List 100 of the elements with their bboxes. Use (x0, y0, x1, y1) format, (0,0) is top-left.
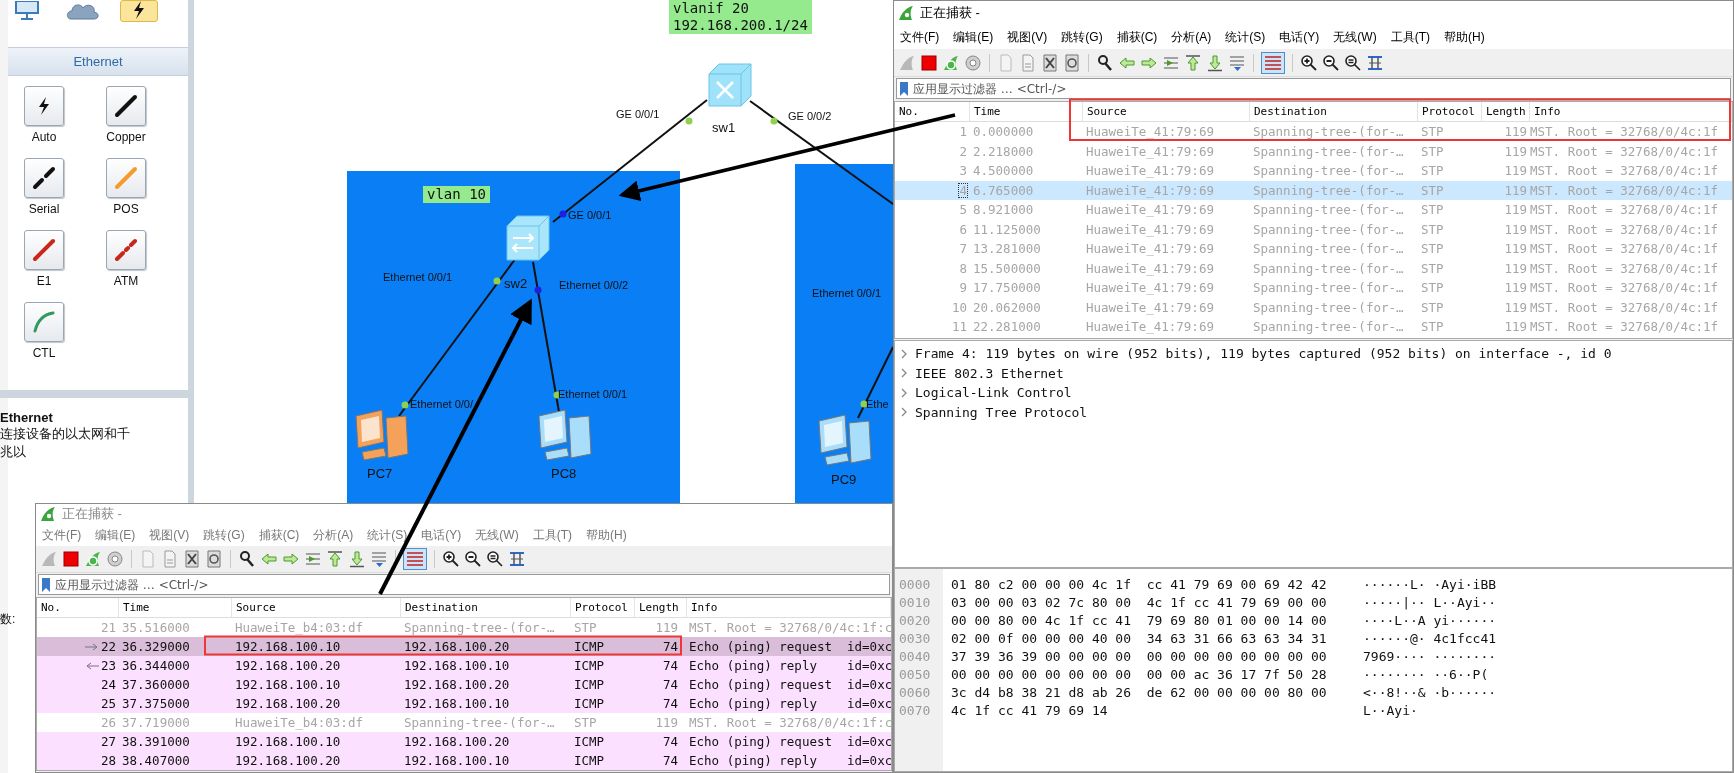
zoom-out-icon[interactable] (1322, 53, 1340, 72)
cable-tool-button[interactable] (106, 86, 146, 126)
reload-icon[interactable] (1063, 53, 1081, 72)
detail-item[interactable]: Logical-Link Control (915, 385, 1072, 401)
table-cell-text: 74 (661, 697, 679, 710)
detail-item[interactable]: Spanning Tree Protocol (915, 404, 1088, 420)
reload-icon[interactable] (205, 550, 223, 568)
menu-item[interactable]: 跳转(G) (203, 526, 245, 544)
chevron-right-icon[interactable] (899, 407, 909, 418)
column-header[interactable]: Protocol (571, 598, 635, 617)
port-label: GE 0/0/2 (788, 110, 832, 122)
column-header[interactable]: No. (895, 102, 970, 121)
search-icon[interactable] (238, 550, 256, 568)
zoom-reset-icon[interactable] (1344, 53, 1362, 72)
up-arrow-icon[interactable] (1184, 53, 1202, 72)
menu-item[interactable]: 工具(T) (1390, 28, 1430, 46)
restart-icon[interactable] (84, 550, 102, 568)
colorize-button[interactable] (1261, 51, 1285, 74)
forward-arrow-icon[interactable] (282, 550, 300, 568)
zoom-in-icon[interactable] (442, 550, 460, 568)
column-header[interactable]: Destination (1250, 102, 1418, 121)
menu-item[interactable]: 工具(T) (532, 526, 572, 544)
menu-item[interactable]: 视图(V) (1007, 28, 1048, 46)
menu-item[interactable]: 编辑(E) (95, 526, 136, 544)
table-cell-text: 2.218000 (972, 144, 1035, 158)
computer-icon[interactable] (815, 413, 873, 469)
zoom-in-icon[interactable] (1300, 53, 1318, 72)
restart-icon[interactable] (942, 53, 960, 72)
column-header[interactable]: No. (37, 598, 119, 617)
column-header[interactable]: Time (119, 598, 232, 617)
device-label: PC8 (551, 466, 577, 481)
menu-item[interactable]: 无线(W) (475, 526, 519, 544)
cable-tool-button[interactable] (24, 86, 64, 126)
cable-tool-button[interactable] (24, 158, 64, 198)
menu-item[interactable]: 帮助(H) (586, 526, 627, 544)
filter-bar[interactable]: 应用显示过滤器 … <Ctrl-/> (896, 78, 1731, 99)
zoom-out-icon[interactable] (464, 550, 482, 568)
down-arrow-icon[interactable] (1206, 53, 1224, 72)
column-header[interactable]: Source (1083, 102, 1250, 121)
resize-columns-icon[interactable] (508, 550, 526, 568)
menu-item[interactable]: 捕获(C) (258, 526, 300, 544)
menu-item[interactable]: 电话(Y) (421, 526, 462, 544)
chevron-right-icon[interactable] (899, 368, 909, 379)
settings-icon[interactable] (964, 53, 982, 72)
switch-icon[interactable] (503, 214, 551, 262)
column-header[interactable]: Destination (401, 598, 571, 617)
category-tab[interactable] (120, 0, 158, 22)
column-header[interactable]: Source (232, 598, 401, 617)
packet-row[interactable]: 25 37.375000 192.168.100.20 192.168.100.10 ICMP 74 Echo (ping) reply id=0xc (37, 694, 891, 713)
column-header[interactable]: Info (687, 598, 891, 617)
menu-item[interactable]: 电话(Y) (1279, 28, 1320, 46)
menu-item[interactable]: 捕获(C) (1116, 28, 1158, 46)
computer-icon[interactable] (535, 408, 593, 464)
autoscroll-icon[interactable] (370, 550, 388, 568)
menu-item[interactable]: 帮助(H) (1444, 28, 1485, 46)
packet-row[interactable]: 24 37.360000 192.168.100.10 192.168.100.20 ICMP 74 Echo (ping) request id=0xc (37, 675, 891, 694)
column-header[interactable]: Length (1482, 102, 1530, 121)
filter-field[interactable]: 应用显示过滤器 … <Ctrl-/> (55, 577, 889, 592)
detail-item[interactable]: Frame 4: 119 bytes on wire (952 bits), 119 bytes captured (952 bits) on interface -, id 0 (915, 346, 1612, 362)
menu-item[interactable]: 分析(A) (1171, 28, 1212, 46)
menu-item[interactable]: 视图(V) (149, 526, 190, 544)
column-header[interactable]: Info (1530, 102, 1732, 121)
menu-item[interactable]: 文件(F) (900, 28, 940, 46)
zoom-reset-icon[interactable] (486, 550, 504, 568)
autoscroll-icon[interactable] (1228, 53, 1246, 72)
chevron-right-icon[interactable] (899, 387, 909, 398)
column-header[interactable]: Protocol (1418, 102, 1482, 121)
resize-columns-icon[interactable] (1366, 53, 1384, 72)
table-cell-text: 119 (1503, 203, 1528, 217)
packet-row[interactable]: 23 36.344000 192.168.100.20 192.168.100.10 ICMP 74 Echo (ping) reply id=0xc (37, 656, 891, 675)
filter-bar[interactable]: 应用显示过滤器 … <Ctrl-/> (38, 574, 890, 595)
table-cell-text: MST. Root = 32768/0/4c:1f (1530, 164, 1720, 178)
packet-row[interactable]: 28 38.407000 192.168.100.20 192.168.100.10 ICMP 74 Echo (ping) reply id=0xc (37, 751, 891, 770)
line-icon (31, 237, 57, 263)
column-header[interactable]: Length (635, 598, 687, 617)
menu-item[interactable]: 无线(W) (1333, 28, 1377, 46)
packet-row[interactable]: 27 38.391000 192.168.100.10 192.168.100.20 ICMP 74 Echo (ping) request id=0xc (37, 732, 891, 751)
menu-item[interactable]: 跳转(G) (1061, 28, 1103, 46)
detail-item[interactable]: IEEE 802.3 Ethernet (915, 365, 1064, 381)
computer-icon[interactable] (352, 408, 410, 464)
column-header[interactable]: Time (970, 102, 1083, 121)
chevron-right-icon[interactable] (899, 348, 909, 359)
switch-icon[interactable] (705, 62, 753, 108)
menu-item[interactable]: 统计(S) (1225, 28, 1266, 46)
settings-icon[interactable] (106, 550, 124, 568)
close-file-icon[interactable] (1041, 53, 1059, 72)
filter-field[interactable]: 应用显示过滤器 … <Ctrl-/> (913, 81, 1730, 96)
up-arrow-icon[interactable] (326, 550, 344, 568)
down-arrow-icon[interactable] (348, 550, 366, 568)
stop-icon[interactable] (920, 53, 938, 72)
table-cell-text: HuaweiTe_b4:03:df (234, 716, 364, 729)
go-to-icon[interactable] (304, 550, 322, 568)
close-file-icon[interactable] (183, 550, 201, 568)
colorize-button[interactable] (403, 548, 427, 570)
menu-item[interactable]: 文件(F) (42, 526, 82, 544)
menu-item[interactable]: 分析(A) (313, 526, 354, 544)
menu-item[interactable]: 统计(S) (367, 526, 408, 544)
stop-icon[interactable] (62, 550, 80, 568)
menu-item[interactable]: 编辑(E) (953, 28, 994, 46)
search-icon[interactable] (1096, 53, 1114, 72)
